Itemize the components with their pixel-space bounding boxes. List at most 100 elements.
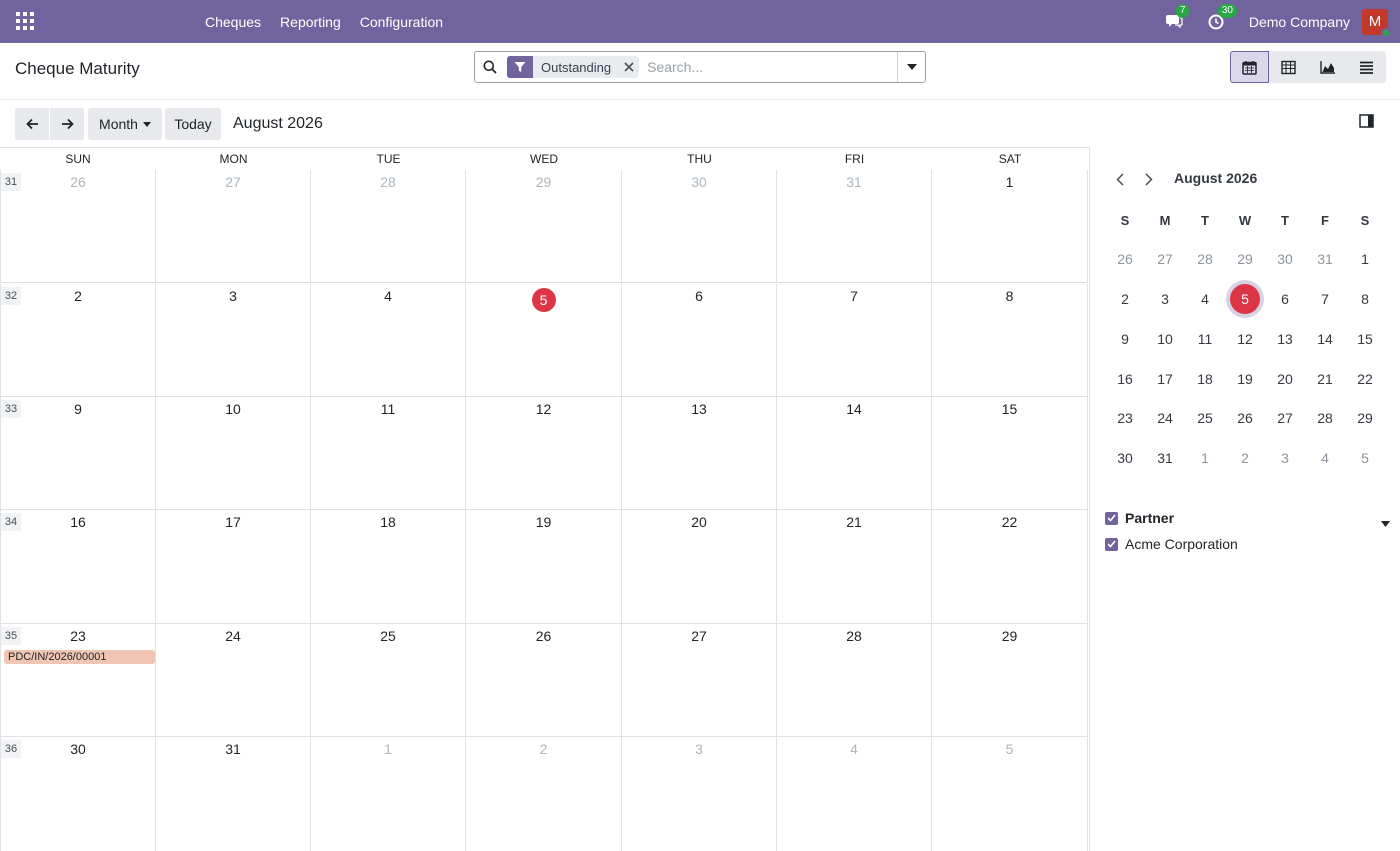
mini-calendar-day[interactable]: 19: [1225, 362, 1265, 396]
mini-calendar-day[interactable]: 12: [1225, 322, 1265, 356]
pivot-view-button[interactable]: [1269, 51, 1308, 83]
calendar-day-cell[interactable]: 17: [156, 510, 311, 624]
calendar-day-cell[interactable]: 2: [466, 737, 622, 851]
mini-calendar-day[interactable]: 3: [1145, 282, 1185, 316]
menu-cheques[interactable]: Cheques: [205, 14, 261, 30]
calendar-day-cell[interactable]: 11: [311, 397, 466, 510]
mini-calendar-day[interactable]: 6: [1265, 282, 1305, 316]
mini-calendar-prev-chevron-left-icon[interactable]: [1110, 169, 1130, 189]
mini-calendar-day[interactable]: 30: [1105, 441, 1145, 475]
previous-button[interactable]: [15, 108, 49, 140]
calendar-day-cell[interactable]: 26: [466, 624, 622, 737]
mini-calendar-day[interactable]: 27: [1145, 242, 1185, 276]
mini-calendar-day[interactable]: 28: [1185, 242, 1225, 276]
partner-filter-header[interactable]: Partner: [1105, 505, 1390, 531]
sidebar-toggle-icon[interactable]: [1359, 114, 1375, 130]
mini-calendar-day[interactable]: 26: [1105, 242, 1145, 276]
mini-calendar-day[interactable]: 10: [1145, 322, 1185, 356]
mini-calendar-day[interactable]: 4: [1305, 441, 1345, 475]
mini-calendar-day[interactable]: 20: [1265, 362, 1305, 396]
calendar-day-cell[interactable]: 15: [932, 397, 1088, 510]
mini-calendar-day[interactable]: 4: [1185, 282, 1225, 316]
graph-view-button[interactable]: [1308, 51, 1347, 83]
mini-calendar-day[interactable]: 5: [1345, 441, 1385, 475]
mini-calendar-day[interactable]: 16: [1105, 362, 1145, 396]
calendar-day-cell[interactable]: 30 36: [0, 737, 156, 851]
company-switcher[interactable]: Demo Company: [1249, 14, 1350, 30]
calendar-day-cell[interactable]: 23 35 PDC/IN/2026/00001: [0, 624, 156, 737]
calendar-day-cell[interactable]: 26 31: [0, 170, 156, 283]
mini-calendar-day[interactable]: 5: [1225, 282, 1265, 316]
mini-calendar-day[interactable]: 26: [1225, 401, 1265, 435]
mini-calendar-day[interactable]: 30: [1265, 242, 1305, 276]
calendar-view-button[interactable]: [1230, 51, 1269, 83]
mini-calendar-day[interactable]: 25: [1185, 401, 1225, 435]
calendar-day-cell[interactable]: 29: [932, 624, 1088, 737]
mini-calendar-day[interactable]: 21: [1305, 362, 1345, 396]
calendar-day-cell[interactable]: 13: [622, 397, 777, 510]
mini-calendar-day[interactable]: 11: [1185, 322, 1225, 356]
calendar-day-cell[interactable]: 1: [311, 737, 466, 851]
calendar-day-cell[interactable]: 1: [932, 170, 1088, 283]
mini-calendar-next-chevron-right-icon[interactable]: [1139, 169, 1159, 189]
mini-calendar-day[interactable]: 14: [1305, 322, 1345, 356]
mini-calendar-day[interactable]: 28: [1305, 401, 1345, 435]
calendar-day-cell[interactable]: 16 34: [0, 510, 156, 624]
search-options-toggle[interactable]: [897, 52, 925, 82]
mini-calendar-day[interactable]: 23: [1105, 401, 1145, 435]
calendar-day-cell[interactable]: 20: [622, 510, 777, 624]
calendar-day-cell[interactable]: 2 32: [0, 284, 156, 397]
calendar-day-cell[interactable]: 29: [466, 170, 622, 283]
acme-checkbox[interactable]: [1105, 537, 1118, 551]
list-view-button[interactable]: [1347, 51, 1386, 83]
calendar-day-cell[interactable]: 6: [622, 284, 777, 397]
mini-calendar-day[interactable]: 18: [1185, 362, 1225, 396]
mini-calendar-day[interactable]: 15: [1345, 322, 1385, 356]
calendar-day-cell[interactable]: 27: [622, 624, 777, 737]
mini-calendar-day[interactable]: 2: [1225, 441, 1265, 475]
calendar-day-cell[interactable]: 9 33: [0, 397, 156, 510]
user-avatar[interactable]: M: [1362, 8, 1391, 38]
filter-collapse-caret-down-icon[interactable]: [1381, 514, 1390, 530]
calendar-day-cell[interactable]: 5: [932, 737, 1088, 851]
mini-calendar-day[interactable]: 17: [1145, 362, 1185, 396]
calendar-day-cell[interactable]: 4: [777, 737, 932, 851]
calendar-day-cell[interactable]: 25: [311, 624, 466, 737]
calendar-day-cell[interactable]: 19: [466, 510, 622, 624]
calendar-day-cell[interactable]: 18: [311, 510, 466, 624]
mini-calendar-day[interactable]: 27: [1265, 401, 1305, 435]
mini-calendar-day[interactable]: 31: [1305, 242, 1345, 276]
mini-calendar-day[interactable]: 7: [1305, 282, 1345, 316]
calendar-day-cell[interactable]: 5: [466, 284, 622, 397]
calendar-day-cell[interactable]: 31: [156, 737, 311, 851]
calendar-day-cell[interactable]: 4: [311, 284, 466, 397]
mini-calendar-day[interactable]: 8: [1345, 282, 1385, 316]
mini-calendar-day[interactable]: 2: [1105, 282, 1145, 316]
calendar-day-cell[interactable]: 14: [777, 397, 932, 510]
calendar-day-cell[interactable]: 21: [777, 510, 932, 624]
mini-calendar-day[interactable]: 29: [1345, 401, 1385, 435]
mini-calendar-day[interactable]: 13: [1265, 322, 1305, 356]
mini-calendar-day[interactable]: 3: [1265, 441, 1305, 475]
search-input[interactable]: [639, 53, 897, 81]
mini-calendar-day[interactable]: 1: [1185, 441, 1225, 475]
calendar-day-cell[interactable]: 7: [777, 284, 932, 397]
mini-calendar-day[interactable]: 22: [1345, 362, 1385, 396]
mini-calendar-day[interactable]: 29: [1225, 242, 1265, 276]
calendar-day-cell[interactable]: 3: [156, 284, 311, 397]
today-button[interactable]: Today: [165, 108, 221, 140]
calendar-day-cell[interactable]: 10: [156, 397, 311, 510]
calendar-event[interactable]: PDC/IN/2026/00001: [4, 650, 155, 664]
activities-button[interactable]: 30: [1207, 3, 1237, 32]
mini-calendar-day[interactable]: 1: [1345, 242, 1385, 276]
calendar-day-cell[interactable]: 28: [777, 624, 932, 737]
apps-menu-icon[interactable]: [16, 12, 34, 30]
scale-dropdown[interactable]: Month: [88, 108, 162, 140]
calendar-day-cell[interactable]: 22: [932, 510, 1088, 624]
remove-facet-close-icon[interactable]: [619, 56, 639, 78]
messages-button[interactable]: 7: [1165, 3, 1190, 32]
calendar-day-cell[interactable]: 24: [156, 624, 311, 737]
calendar-day-cell[interactable]: 31: [777, 170, 932, 283]
calendar-day-cell[interactable]: 30: [622, 170, 777, 283]
calendar-day-cell[interactable]: 28: [311, 170, 466, 283]
